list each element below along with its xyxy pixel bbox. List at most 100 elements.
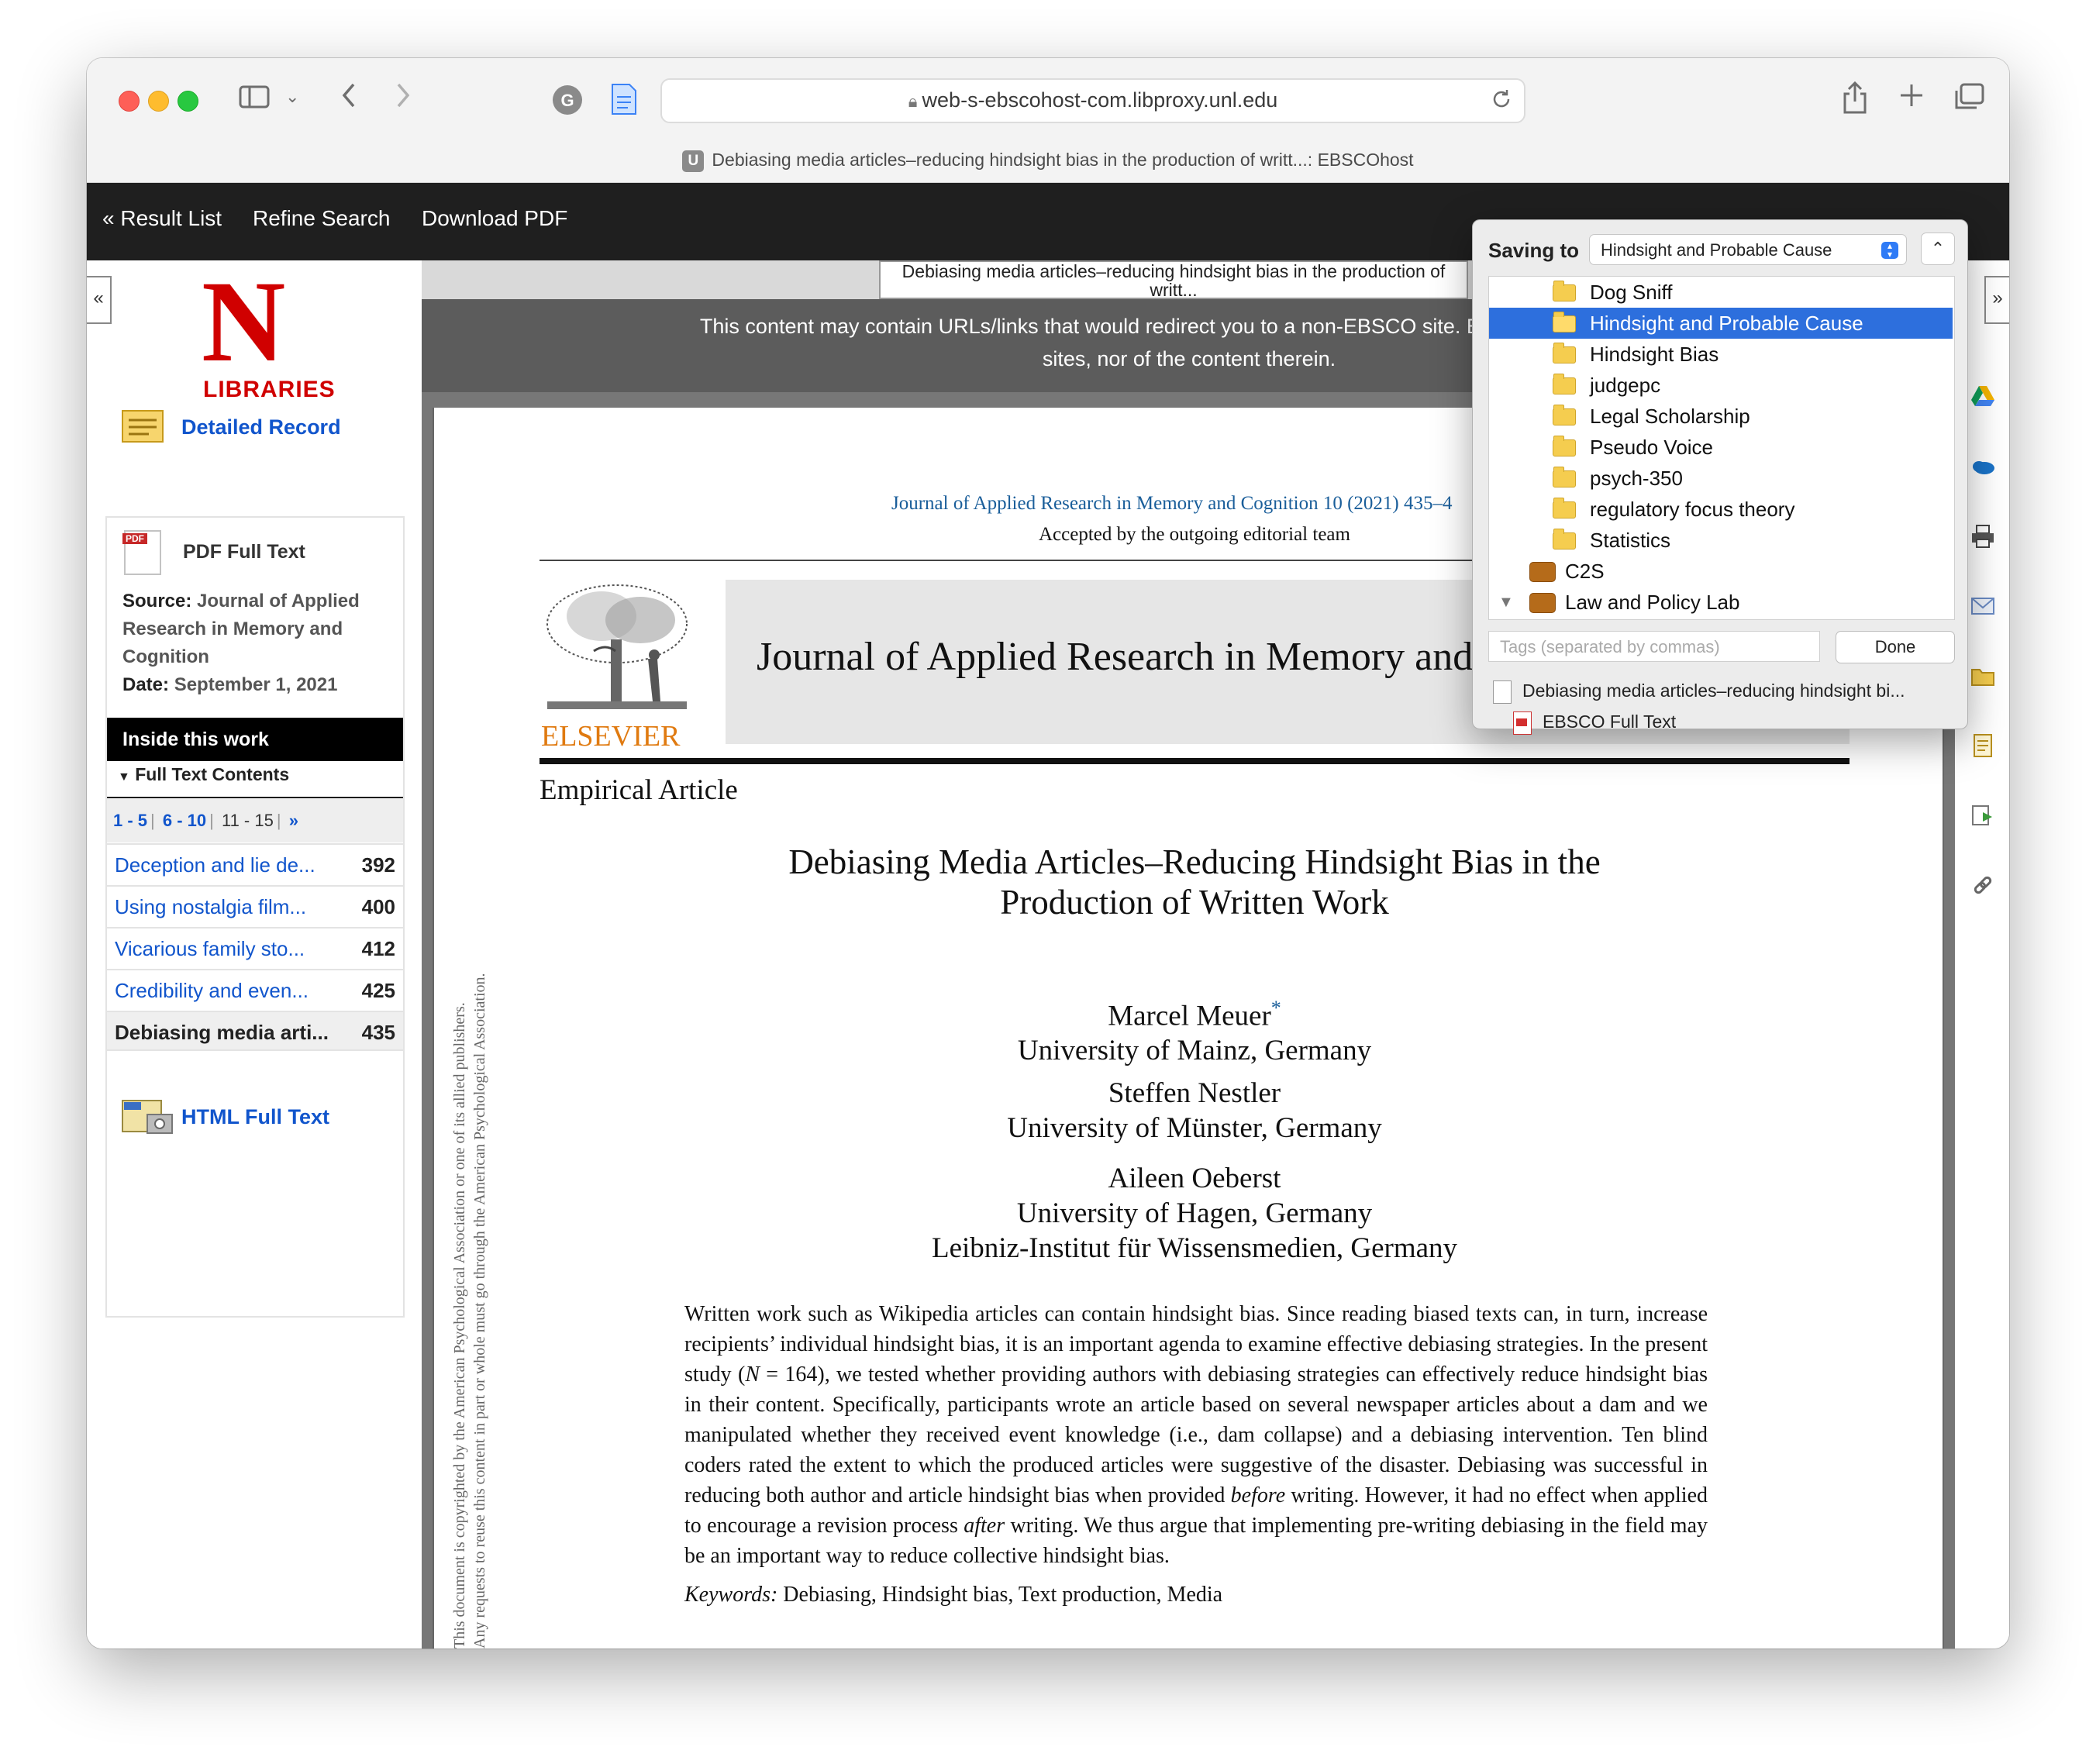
google-drive-icon[interactable]: [1970, 384, 1995, 409]
zotero-save-icon[interactable]: [611, 83, 637, 122]
new-tab-icon[interactable]: [1898, 81, 1925, 115]
tab-title[interactable]: U Debiasing media articles–reducing hinds…: [87, 150, 2009, 172]
pager-1-5[interactable]: 1 - 5: [113, 811, 147, 830]
select-arrows-icon: ▴ ▾: [1881, 241, 1898, 259]
detailed-record-link[interactable]: Detailed Record: [181, 415, 341, 439]
copyright-notice: This document is copyrighted by the Amer…: [451, 973, 488, 1649]
article-type: Empirical Article: [540, 774, 738, 806]
forward-icon[interactable]: [394, 81, 412, 115]
journal-citation-line[interactable]: Journal of Applied Research in Memory an…: [891, 493, 1453, 515]
toc-item[interactable]: Vicarious family sto... 412: [107, 927, 403, 967]
disclosure-triangle-icon[interactable]: ▼: [1498, 587, 1514, 618]
svg-text:G: G: [560, 91, 574, 110]
detailed-record-icon: [121, 406, 164, 449]
author-block: Aileen Oeberst University of Hagen, Germ…: [540, 1161, 1850, 1266]
author-block: Steffen Nestler University of Münster, G…: [540, 1076, 1850, 1146]
back-icon[interactable]: [340, 81, 358, 115]
collection-item[interactable]: Statistics: [1489, 525, 1953, 556]
folder-icon: [1553, 467, 1576, 488]
author-affiliation: University of Mainz, Germany: [1017, 1035, 1372, 1067]
pdf-full-text-label[interactable]: PDF Full Text: [183, 541, 305, 563]
address-bar[interactable]: 🔒︎ web-s-ebscohost-com.libproxy.unl.edu: [660, 78, 1525, 123]
toc-item-current[interactable]: Debiasing media arti... 435: [107, 1011, 403, 1051]
folder-icon: [1553, 312, 1576, 332]
author-name: Marcel Meuer: [1108, 1000, 1271, 1032]
saving-to-label: Saving to: [1488, 239, 1580, 262]
pager-6-10[interactable]: 6 - 10: [163, 811, 206, 830]
corresponding-author-mark[interactable]: *: [1271, 997, 1281, 1019]
cite-icon[interactable]: [1970, 733, 1995, 758]
collection-item[interactable]: Dog Sniff: [1489, 277, 1953, 308]
full-text-contents-toggle[interactable]: ▼ Full Text Contents: [118, 764, 289, 785]
collection-item[interactable]: Pseudo Voice: [1489, 432, 1953, 463]
document-icon: [1493, 680, 1512, 704]
browser-window: ⌄ G 🔒︎ web-s-ebscohost-com.libproxy.unl.…: [87, 58, 2009, 1649]
pdf-icon: [122, 530, 161, 575]
inside-this-work-header: Inside this work: [107, 718, 403, 761]
accepted-note: Accepted by the outgoing editorial team: [1039, 524, 1350, 545]
html-full-text-icon: [121, 1097, 175, 1140]
author-block: Marcel Meuer* University of Mainz, Germa…: [540, 991, 1850, 1068]
lock-icon: 🔒︎: [908, 91, 922, 111]
tab-overview-icon[interactable]: [1953, 83, 1984, 117]
library-item[interactable]: C2S: [1489, 556, 1953, 587]
html-full-text-link[interactable]: HTML Full Text: [181, 1105, 329, 1129]
unl-logo: N: [202, 257, 286, 386]
collection-item-selected[interactable]: Hindsight and Probable Cause: [1489, 308, 1953, 339]
saved-item-row: Debiasing media articles–reducing hindsi…: [1493, 679, 1905, 704]
toc-item[interactable]: Credibility and even... 425: [107, 969, 403, 1009]
author-affiliation: University of Hagen, Germany: [1016, 1197, 1373, 1229]
date-value: September 1, 2021: [174, 674, 338, 695]
collection-tree: Dog Sniff Hindsight and Probable Cause H…: [1488, 276, 1955, 620]
grammarly-icon[interactable]: G: [552, 84, 583, 122]
collection-item[interactable]: Hindsight Bias: [1489, 339, 1953, 370]
collapse-tree-button[interactable]: ⌃: [1921, 233, 1955, 265]
collection-item[interactable]: psych-350: [1489, 463, 1953, 494]
chevron-down-icon[interactable]: ⌄: [285, 81, 299, 112]
folder-icon: [1553, 343, 1576, 363]
pager-next[interactable]: »: [289, 811, 298, 830]
journal-name: Journal of Applied Research in Memory an…: [757, 635, 1474, 679]
add-to-folder-icon[interactable]: [1970, 663, 1995, 688]
zoom-window-button[interactable]: [178, 91, 198, 112]
author-affiliation: University of Münster, Germany: [1007, 1112, 1382, 1144]
chevron-up-icon: ⌃: [1930, 239, 1946, 258]
folder-icon: [1553, 436, 1576, 457]
left-sidebar: « N LIBRARIES Detailed Record PDF Full T…: [87, 260, 420, 1649]
result-list-link[interactable]: « Result List: [102, 206, 222, 231]
collection-item[interactable]: Legal Scholarship: [1489, 401, 1953, 432]
done-button[interactable]: Done: [1836, 631, 1955, 663]
close-window-button[interactable]: [119, 91, 140, 112]
folder-icon: [1553, 281, 1576, 301]
email-icon[interactable]: [1970, 594, 1995, 618]
triangle-down-icon: ▼: [118, 770, 130, 784]
minimize-window-button[interactable]: [148, 91, 169, 112]
author-affiliation-2: Leibniz-Institut für Wissensmedien, Germ…: [931, 1232, 1458, 1264]
folder-icon: [1553, 405, 1576, 425]
download-pdf-link[interactable]: Download PDF: [422, 206, 567, 231]
libraries-logo-text: LIBRARIES: [203, 377, 336, 402]
toc-item[interactable]: Using nostalgia film... 400: [107, 885, 403, 925]
collection-select[interactable]: Hindsight and Probable Cause ▴ ▾: [1589, 234, 1907, 265]
sidebar-toggle-icon[interactable]: [239, 84, 270, 115]
reload-icon[interactable]: [1490, 88, 1513, 115]
tab-favicon: U: [682, 150, 705, 172]
collection-item[interactable]: regulatory focus theory: [1489, 494, 1953, 525]
collection-item[interactable]: judgepc: [1489, 370, 1953, 401]
zotero-save-popup: Saving to Hindsight and Probable Cause ▴…: [1472, 219, 1968, 735]
library-item[interactable]: ▼ Law and Policy Lab: [1489, 587, 1953, 618]
print-icon[interactable]: [1970, 524, 1995, 549]
share-icon[interactable]: [1842, 80, 1868, 120]
elsevier-wordmark: ELSEVIER: [541, 720, 681, 753]
pager-11-15: 11 - 15: [221, 811, 274, 830]
toc-item[interactable]: Deception and lie de... 392: [107, 843, 403, 884]
tags-input[interactable]: Tags (separated by commas): [1488, 631, 1820, 662]
attachment-row: EBSCO Full Text: [1513, 710, 1676, 735]
onedrive-icon[interactable]: [1970, 454, 1995, 479]
permalink-icon[interactable]: [1970, 873, 1995, 898]
pdf-icon: [1513, 711, 1532, 735]
refine-search-link[interactable]: Refine Search: [253, 206, 390, 231]
collapse-sidebar-button[interactable]: «: [87, 276, 112, 324]
export-icon[interactable]: [1970, 803, 1995, 828]
expand-tools-button[interactable]: »: [1984, 276, 2009, 324]
